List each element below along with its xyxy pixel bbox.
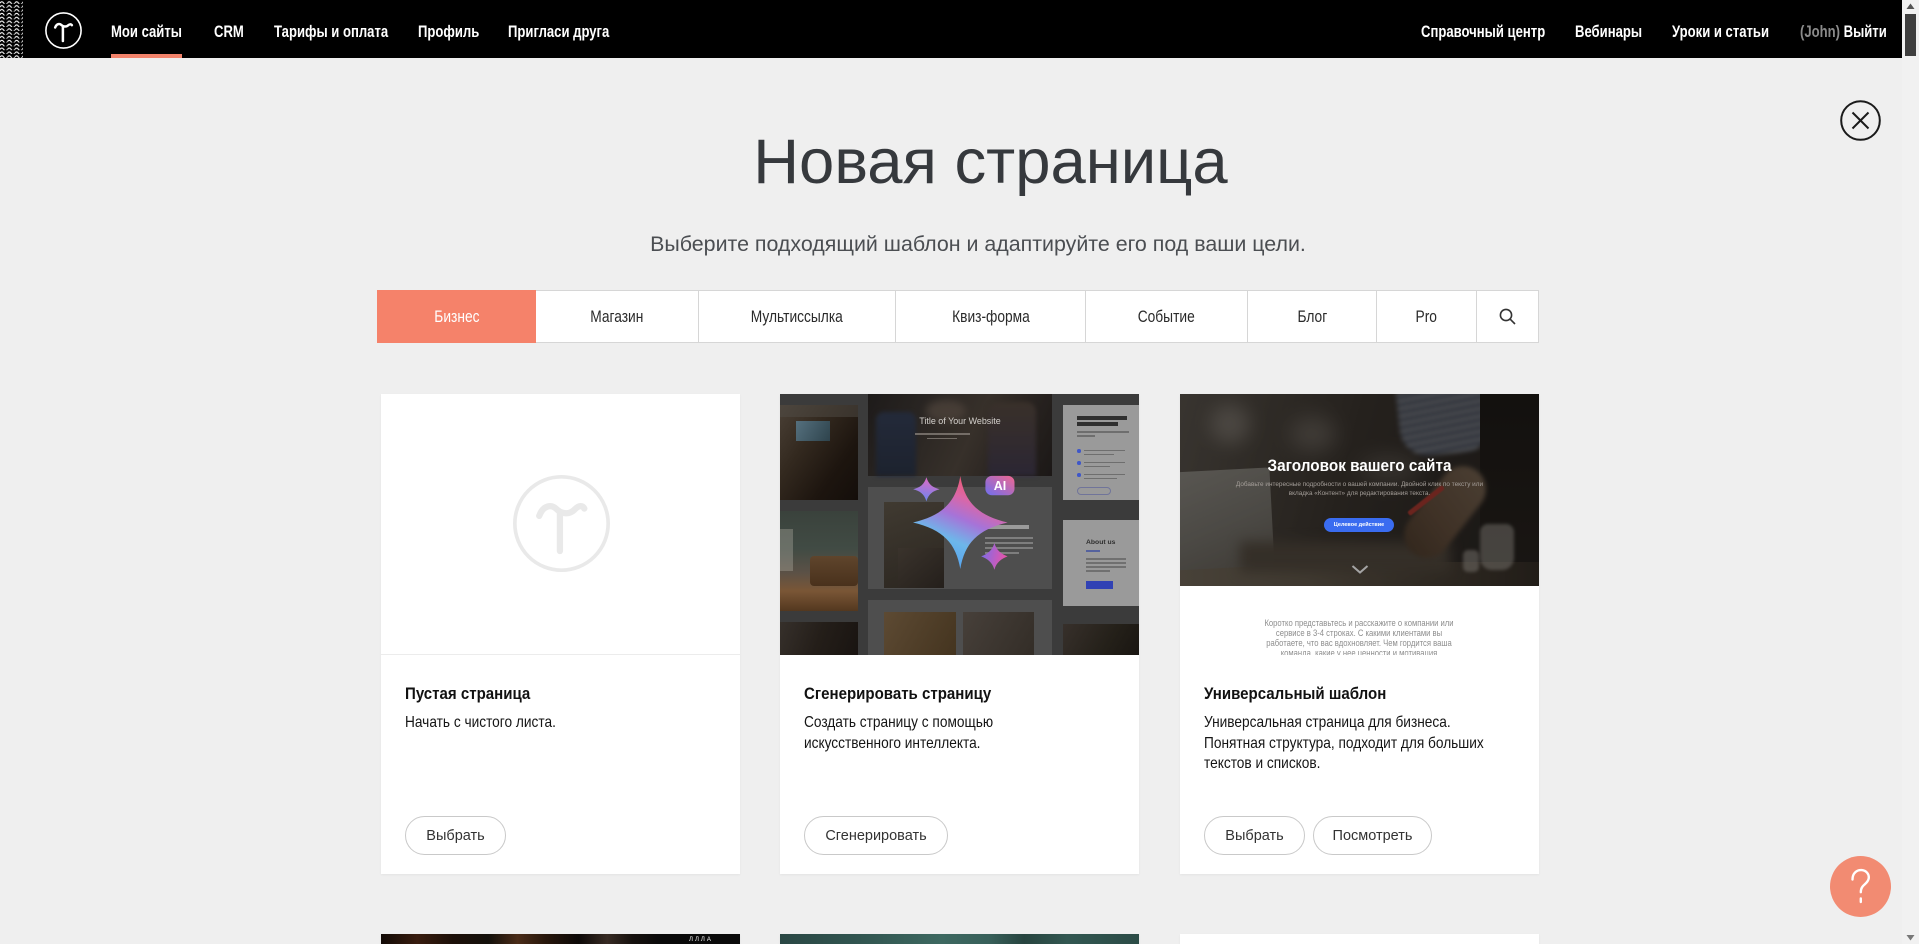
svg-text:AI: AI [994,479,1007,493]
